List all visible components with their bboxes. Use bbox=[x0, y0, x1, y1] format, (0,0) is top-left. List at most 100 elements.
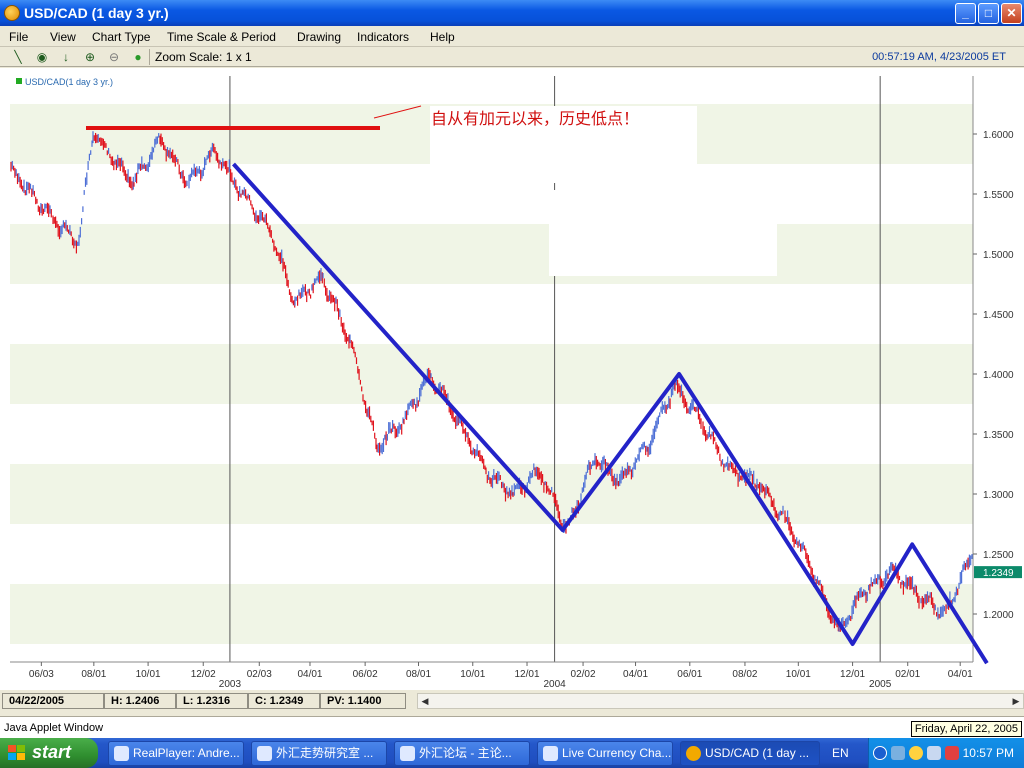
x-tick-label: 04/01 bbox=[948, 669, 973, 680]
y-tick-label: 1.6000 bbox=[983, 130, 1014, 141]
annotation-text: 自从有加元以来，历史低点！ bbox=[431, 109, 639, 128]
status-low: L: 1.2316 bbox=[176, 693, 248, 709]
status-close: C: 1.2349 bbox=[248, 693, 320, 709]
tray-shield-icon[interactable] bbox=[945, 746, 959, 760]
task-label: RealPlayer: Andre... bbox=[133, 746, 240, 760]
start-button[interactable]: start bbox=[0, 738, 98, 768]
y-tick-label: 1.2500 bbox=[983, 550, 1014, 561]
legend-label: USD/CAD(1 day 3 yr.) bbox=[25, 77, 113, 87]
tray-smiley-icon[interactable] bbox=[909, 746, 923, 760]
zoom-scale-label: Zoom Scale: 1 x 1 bbox=[155, 50, 252, 64]
tray-cup-icon[interactable] bbox=[891, 746, 905, 760]
applet-label: Java Applet Window bbox=[4, 722, 104, 734]
task-label: 外汇论坛 - 主论... bbox=[419, 746, 512, 760]
scroll-right-icon[interactable]: ▶ bbox=[1010, 695, 1022, 707]
menu-chart-type[interactable]: Chart Type bbox=[92, 30, 150, 44]
price-chart[interactable]: 1.6000 1.5500 1.5000 1.4500 1.4000 1.3500 1.30… bbox=[0, 68, 1024, 690]
y-tick-label: 1.3000 bbox=[983, 490, 1014, 501]
x-tick-label: 06/03 bbox=[29, 669, 54, 680]
menu-drawing[interactable]: Drawing bbox=[297, 30, 341, 44]
close-button[interactable]: ✕ bbox=[1001, 3, 1022, 24]
x-tick-label: 12/01 bbox=[515, 669, 540, 680]
menu-indicators[interactable]: Indicators bbox=[357, 30, 409, 44]
crosshair-icon[interactable]: ◉ bbox=[34, 49, 50, 65]
menu-help[interactable]: Help bbox=[430, 30, 455, 44]
y-tick-label: 1.5000 bbox=[983, 250, 1014, 261]
chart-area[interactable]: 1.6000 1.5500 1.5000 1.4500 1.4000 1.3500 1.30… bbox=[0, 68, 1024, 690]
last-price-label: 1.2349 bbox=[983, 568, 1014, 579]
year-label: 2005 bbox=[869, 679, 892, 690]
applet-status-bar: Java Applet Window Friday, April 22, 200… bbox=[0, 716, 1024, 738]
app-logo-icon bbox=[4, 5, 20, 21]
x-tick-label: 06/01 bbox=[677, 669, 702, 680]
language-indicator[interactable]: EN bbox=[832, 746, 849, 760]
menu-bar: File View Chart Type Time Scale & Period… bbox=[0, 26, 1024, 47]
chart-clock: 00:57:19 AM, 4/23/2005 ET bbox=[872, 51, 1006, 63]
grid-band bbox=[10, 224, 973, 284]
tray-expand-icon[interactable] bbox=[873, 746, 887, 760]
x-tick-label: 06/02 bbox=[353, 669, 378, 680]
status-bar: 04/22/2005 H: 1.2406 L: 1.2316 C: 1.2349… bbox=[0, 692, 1024, 710]
browser-icon bbox=[257, 746, 272, 761]
grid-band bbox=[10, 284, 973, 344]
arrow-down-icon[interactable]: ↓ bbox=[58, 49, 74, 65]
task-label: USD/CAD (1 day ... bbox=[705, 746, 810, 760]
task-forex-research[interactable]: 外汇走势研究室 ... bbox=[251, 741, 387, 766]
x-tick-label: 10/01 bbox=[786, 669, 811, 680]
menu-view[interactable]: View bbox=[50, 30, 76, 44]
task-forex-forum[interactable]: 外汇论坛 - 主论... bbox=[394, 741, 530, 766]
x-tick-label: 02/03 bbox=[247, 669, 272, 680]
windows-flag-icon bbox=[8, 745, 25, 760]
zoom-in-icon[interactable]: ⊕ bbox=[82, 49, 98, 65]
annotation-box-blank bbox=[549, 190, 777, 276]
y-tick-label: 1.4000 bbox=[983, 370, 1014, 381]
start-label: start bbox=[32, 742, 72, 762]
line-tool-icon[interactable]: ╲ bbox=[10, 49, 26, 65]
x-tick-label: 12/01 bbox=[840, 669, 865, 680]
minimize-button[interactable]: _ bbox=[955, 3, 976, 24]
menu-file[interactable]: File bbox=[9, 30, 28, 44]
task-label: Live Currency Cha... bbox=[562, 746, 672, 760]
scroll-left-icon[interactable]: ◀ bbox=[419, 695, 431, 707]
x-tick-label: 08/01 bbox=[406, 669, 431, 680]
title-bar: USD/CAD (1 day 3 yr.) _ □ ✕ bbox=[0, 0, 1024, 26]
date-tooltip: Friday, April 22, 2005 bbox=[910, 721, 1022, 737]
year-label: 2003 bbox=[219, 679, 242, 690]
grid-band bbox=[10, 404, 973, 464]
task-realplayer[interactable]: RealPlayer: Andre... bbox=[108, 741, 244, 766]
y-tick-label: 1.5500 bbox=[983, 190, 1014, 201]
globe-icon[interactable]: ● bbox=[130, 49, 146, 65]
maximize-button[interactable]: □ bbox=[978, 3, 999, 24]
toolbar: ╲ ◉ ↓ ⊕ ⊖ ● Zoom Scale: 1 x 1 00:57:19 A… bbox=[0, 47, 1024, 67]
menu-time-scale[interactable]: Time Scale & Period bbox=[167, 30, 276, 44]
legend-swatch bbox=[16, 78, 22, 84]
toolbar-separator bbox=[149, 49, 150, 65]
zoom-out-icon[interactable]: ⊖ bbox=[106, 49, 122, 65]
app-logo-icon bbox=[686, 746, 701, 761]
year-label: 2004 bbox=[543, 679, 566, 690]
y-tick-label: 1.4500 bbox=[983, 310, 1014, 321]
y-tick-label: 1.3500 bbox=[983, 430, 1014, 441]
x-tick-label: 02/01 bbox=[895, 669, 920, 680]
system-tray: 10:57 PM bbox=[868, 738, 1024, 768]
task-usdcad-chart[interactable]: USD/CAD (1 day ... bbox=[680, 741, 820, 766]
x-tick-label: 08/02 bbox=[732, 669, 757, 680]
x-tick-label: 02/02 bbox=[571, 669, 596, 680]
y-tick-label: 1.2000 bbox=[983, 610, 1014, 621]
task-label: 外汇走势研究室 ... bbox=[276, 746, 374, 760]
tray-network-icon[interactable] bbox=[927, 746, 941, 760]
realplayer-icon bbox=[114, 746, 129, 761]
horizontal-scrollbar[interactable]: ◀ ▶ bbox=[417, 693, 1024, 709]
x-tick-label: 08/01 bbox=[81, 669, 106, 680]
browser-icon bbox=[543, 746, 558, 761]
grid-band bbox=[10, 344, 973, 404]
window-title: USD/CAD (1 day 3 yr.) bbox=[24, 5, 169, 21]
task-live-currency[interactable]: Live Currency Cha... bbox=[537, 741, 673, 766]
grid-band bbox=[10, 464, 973, 524]
browser-icon bbox=[400, 746, 415, 761]
status-date: 04/22/2005 bbox=[2, 693, 104, 709]
status-pv: PV: 1.1400 bbox=[320, 693, 406, 709]
status-high: H: 1.2406 bbox=[104, 693, 176, 709]
x-tick-label: 10/01 bbox=[460, 669, 485, 680]
taskbar: start RealPlayer: Andre... 外汇走势研究室 ... 外… bbox=[0, 738, 1024, 768]
